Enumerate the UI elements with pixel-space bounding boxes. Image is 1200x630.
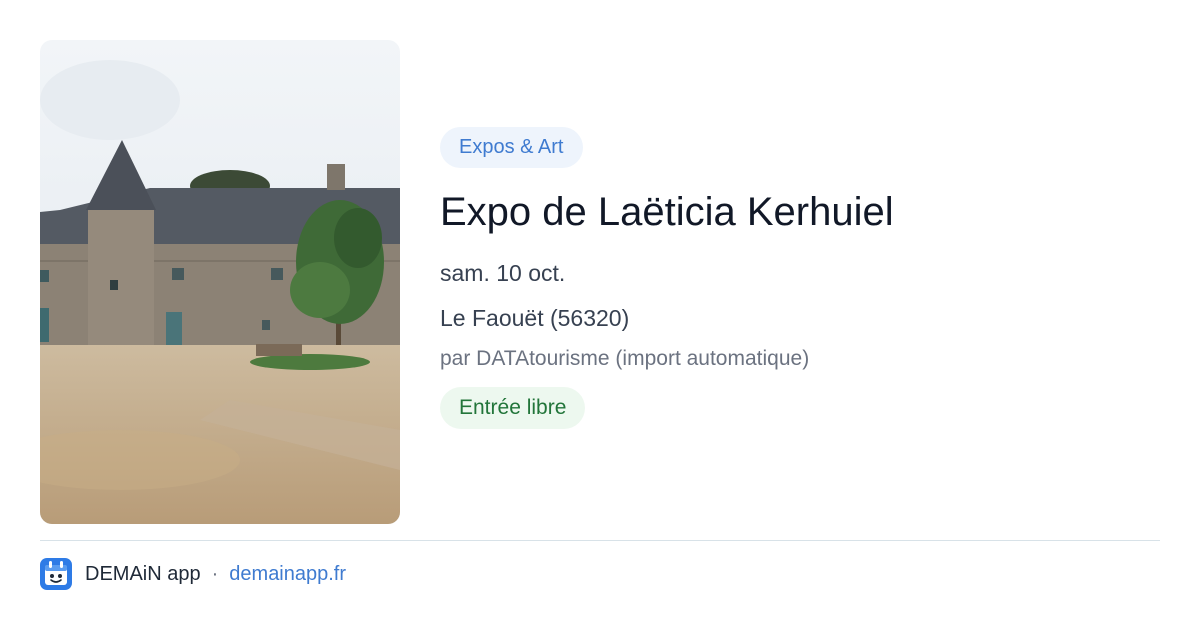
event-info: Expos & Art Expo de Laëticia Kerhuiel sa… (440, 127, 1160, 429)
event-photo (40, 40, 400, 524)
event-location: Le Faouët (56320) (440, 305, 630, 331)
price-badge: Entrée libre (440, 387, 586, 429)
app-name: DEMAiN app (85, 562, 201, 585)
event-title: Expo de Laëticia Kerhuiel (440, 190, 894, 234)
app-logo-icon (40, 558, 72, 590)
app-url-link[interactable]: demainapp.fr (229, 563, 346, 586)
footer: DEMAiN app · demainapp.fr (40, 558, 346, 590)
event-date: sam. 10 oct. (440, 260, 566, 286)
category-badge[interactable]: Expos & Art (440, 127, 583, 168)
footer-separator: · (211, 562, 219, 585)
footer-divider (40, 540, 1160, 541)
event-source: par DATAtourisme (import automatique) (440, 347, 810, 370)
